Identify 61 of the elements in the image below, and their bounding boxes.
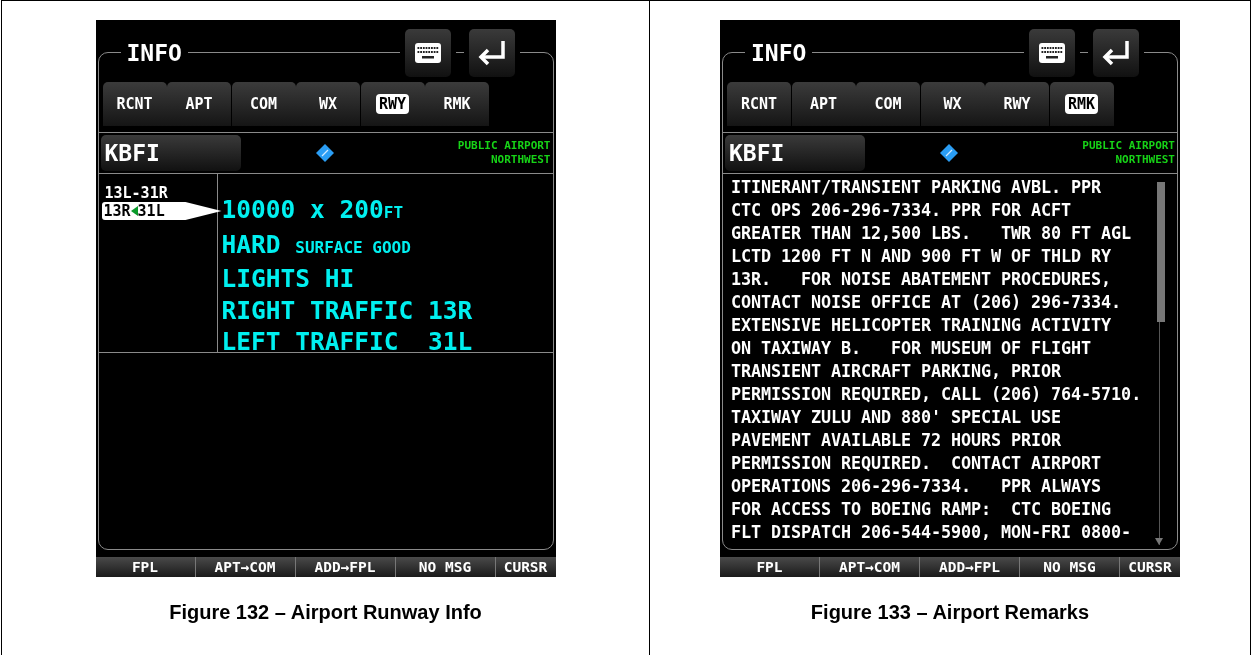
runway-detail: LEFT TRAFFIC 31L: [221, 326, 473, 358]
tab[interactable]: APT: [167, 82, 231, 126]
remark-line: ITINERANT/TRANSIENT PARKING AVBL. PPR: [731, 176, 1103, 199]
tab[interactable]: RWY: [360, 82, 425, 126]
tab[interactable]: RMK: [425, 82, 489, 126]
tab[interactable]: COM: [231, 82, 296, 126]
remark-line: TRANSIENT AIRCRAFT PARKING, PRIOR: [731, 360, 1063, 383]
softkey[interactable]: CURSR: [1120, 557, 1180, 577]
keyboard-icon: [1039, 43, 1065, 63]
softkey[interactable]: ADD→FPL: [920, 557, 1020, 577]
runway-item[interactable]: 13L-31R: [98, 184, 168, 202]
softkey[interactable]: APT→COM: [195, 557, 296, 577]
tab[interactable]: RWY: [985, 82, 1049, 126]
airport-info-text: PUBLIC AIRPORT: [457, 139, 551, 153]
softkey[interactable]: ADD→FPL: [295, 557, 396, 577]
keyboard-icon: [414, 43, 441, 63]
figure-caption: Figure 132 – Airport Runway Info: [169, 601, 482, 624]
remark-line: PERMISSION REQUIRED, CALL (206) 764-5710.: [731, 383, 1143, 406]
tab[interactable]: WX: [296, 82, 360, 126]
softkey[interactable]: NO MSG: [395, 557, 496, 577]
tab[interactable]: RCNT: [727, 82, 791, 126]
airport-icon: [314, 143, 335, 163]
softkey[interactable]: NO MSG: [1020, 557, 1120, 577]
runway-end: 13R: [103, 202, 131, 220]
remark-line: TAXIWAY ZULU AND 880' SPECIAL USE: [731, 406, 1063, 429]
tab[interactable]: APT: [791, 82, 856, 126]
airport-info-text: NORTHWEST: [1115, 153, 1175, 167]
runway-detail: RIGHT TRAFFIC 13R: [221, 294, 473, 326]
enter-icon: [1101, 40, 1131, 66]
airport-icon: [939, 143, 959, 163]
remark-line: PAVEMENT AVAILABLE 72 HOURS PRIOR: [731, 429, 1063, 452]
softkey[interactable]: CURSR: [495, 557, 556, 577]
softkey[interactable]: FPL: [95, 557, 196, 577]
figure-caption: Figure 133 – Airport Remarks: [810, 601, 1090, 624]
softkey[interactable]: APT→COM: [820, 557, 920, 577]
remark-line: CTC OPS 206-296-7334. PPR FOR ACFT: [731, 199, 1073, 222]
airport-info-text: NORTHWEST: [490, 153, 551, 167]
remark-line: FOR ACCESS TO BOEING RAMP: CTC BOEING: [731, 498, 1113, 521]
direction-arrow-icon: [130, 206, 138, 216]
runway-detail: HARD SURFACE GOOD: [221, 228, 412, 261]
remark-line: EXTENSIVE HELICOPTER TRAINING ACTIVITY: [731, 314, 1113, 337]
tab[interactable]: COM: [856, 82, 920, 126]
remark-line: ON TAXIWAY B. FOR MUSEUM OF FLIGHT: [731, 337, 1093, 360]
enter-icon: [476, 40, 507, 66]
remark-line: GREATER THAN 12,500 LBS. TWR 80 FT AGL: [731, 222, 1133, 245]
identifier-field[interactable]: KBFI: [100, 135, 241, 171]
runway-detail: 10000 x 200FT: [221, 194, 405, 226]
airport-info-text: PUBLIC AIRPORT: [1082, 139, 1175, 153]
softkey[interactable]: FPL: [720, 557, 820, 577]
remark-line: PERMISSION REQUIRED. CONTACT AIRPORT: [731, 452, 1103, 475]
remark-line: FLT DISPATCH 206-544-5900, MON-FRI 0800-: [731, 521, 1133, 544]
remark-line: OPERATIONS 206-296-7334. PPR ALWAYS: [731, 475, 1103, 498]
identifier-field[interactable]: KBFI: [725, 135, 865, 171]
remark-line: CONTACT NOISE OFFICE AT (206) 296-7334.: [731, 291, 1123, 314]
runway-end: 31L: [137, 202, 165, 220]
runway-detail: LIGHTS HI: [221, 263, 356, 295]
tab[interactable]: RMK: [1049, 82, 1114, 126]
tab[interactable]: RCNT: [102, 82, 167, 126]
tab[interactable]: WX: [920, 82, 985, 126]
remark-line: 13R. FOR NOISE ABATEMENT PROCEDURES,: [731, 268, 1113, 291]
remark-line: LCTD 1200 FT N AND 900 FT W OF THLD RY: [731, 245, 1113, 268]
